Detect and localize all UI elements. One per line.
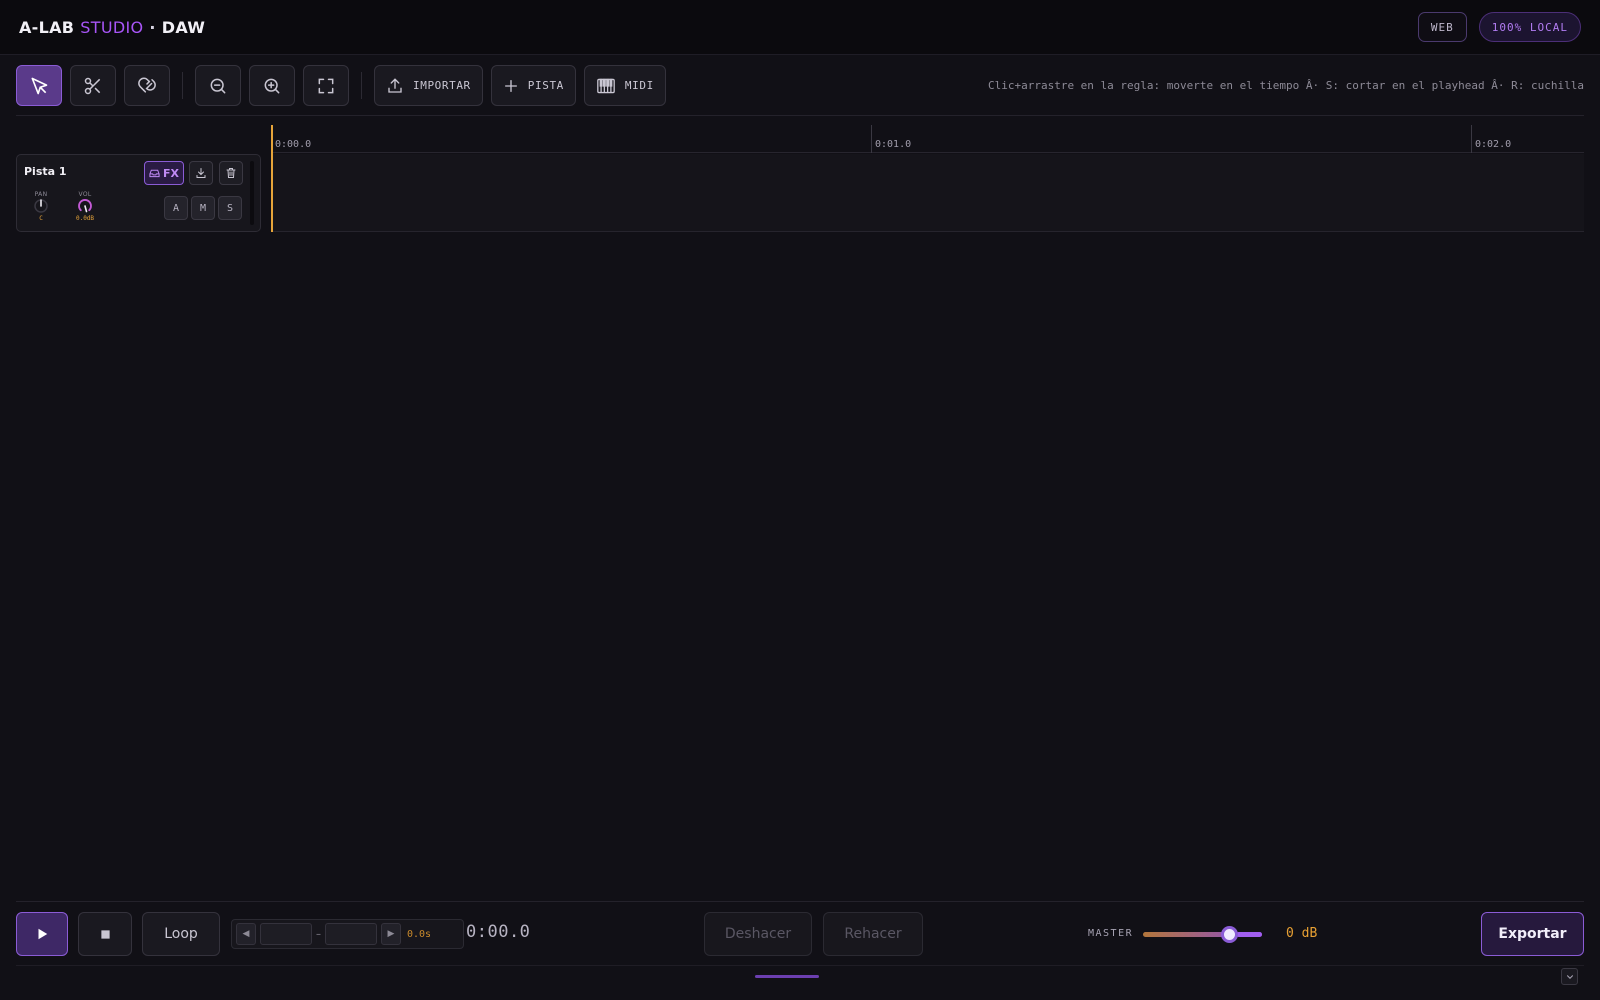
piano-keys-icon (597, 78, 615, 93)
mute-button[interactable]: M (191, 196, 215, 220)
range-length: 0.0s (407, 928, 432, 940)
add-track-button[interactable]: PISTA (490, 65, 576, 106)
zoom-out-icon (210, 78, 226, 93)
download-icon (196, 168, 206, 178)
zoom-fit-button[interactable] (303, 65, 349, 106)
ruler-tick: 0:02.0 (1471, 125, 1511, 153)
cursor-arrow-icon (31, 77, 48, 94)
status-separator (16, 965, 1584, 966)
top-bar: A-LAB STUDIO · DAW WEB 100% LOCAL (0, 0, 1600, 55)
transport-separator (16, 901, 1584, 902)
loop-button[interactable]: Loop (142, 912, 220, 956)
solo-button[interactable]: S (218, 196, 242, 220)
brand-main: A-LAB (19, 17, 75, 37)
import-label: IMPORTAR (413, 79, 471, 92)
fx-chain-icon (149, 169, 160, 178)
undo-button[interactable]: Deshacer (704, 912, 812, 956)
track-meter (250, 161, 254, 225)
transport-bar: Loop ◀ – ▶ 0.0s 0:00.0 Deshacer Rehacer … (16, 912, 1584, 956)
range-next-button[interactable]: ▶ (381, 923, 401, 945)
track-name[interactable]: Pista 1 (24, 165, 67, 178)
cut-tool-button[interactable] (70, 65, 116, 106)
pan-knob[interactable] (33, 198, 49, 214)
toolbar: IMPORTAR PISTA MIDI Clic+arrastre en la … (16, 65, 1584, 106)
track-delete-button[interactable] (219, 161, 243, 185)
arm-button[interactable]: A (164, 196, 188, 220)
toolbar-divider (361, 72, 362, 99)
volume-knob-group: VOL 0.0dB (73, 191, 97, 222)
web-badge: WEB (1417, 12, 1467, 42)
app-title: A-LAB STUDIO · DAW (19, 18, 205, 37)
toolbar-separator (16, 115, 1584, 116)
collapse-button[interactable] (1561, 968, 1578, 985)
zoom-out-button[interactable] (195, 65, 241, 106)
pan-value: C (39, 215, 43, 222)
volume-value: 0.0dB (75, 215, 95, 222)
loop-range: ◀ – ▶ 0.0s (231, 919, 464, 949)
track-lane[interactable] (271, 154, 1584, 232)
add-track-label: PISTA (527, 79, 564, 92)
volume-label: VOL (78, 191, 92, 198)
toolbar-divider (182, 72, 183, 99)
pan-label: PAN (34, 191, 48, 198)
fit-to-screen-icon (318, 78, 334, 93)
chevron-down-icon (1566, 974, 1573, 979)
play-icon (38, 928, 48, 940)
stop-button[interactable] (78, 912, 132, 956)
midi-label: MIDI (624, 79, 654, 92)
brand-separator: · (149, 17, 156, 37)
scissors-icon (84, 77, 101, 94)
select-tool-button[interactable] (16, 65, 62, 106)
track-header: Pista 1 FX PAN C VOL 0.0dB A M S (16, 154, 261, 232)
fx-button[interactable]: FX (144, 161, 184, 185)
volume-knob[interactable] (77, 198, 93, 214)
panel-resize-handle[interactable] (755, 975, 819, 978)
ruler-tick: 0:01.0 (871, 125, 911, 153)
track-download-button[interactable] (189, 161, 213, 185)
play-button[interactable] (16, 912, 68, 956)
snap-tool-button[interactable] (124, 65, 170, 106)
timeline-ruler[interactable]: 0:00.0 0:01.0 0:02.0 (271, 125, 1584, 153)
local-badge: 100% LOCAL (1478, 12, 1581, 42)
brand-suffix: DAW (161, 17, 206, 37)
zoom-in-icon (264, 78, 280, 93)
master-label: MASTER (1088, 928, 1134, 939)
export-button[interactable]: Exportar (1481, 912, 1584, 956)
plus-icon (504, 79, 517, 92)
magnet-icon (138, 77, 156, 93)
redo-button[interactable]: Rehacer (823, 912, 923, 956)
stop-icon (100, 929, 110, 939)
master-slider-rest (1237, 932, 1262, 937)
upload-icon (388, 77, 402, 93)
range-prev-button[interactable]: ◀ (236, 923, 256, 945)
master-slider-thumb[interactable] (1221, 926, 1238, 943)
loop-end-input[interactable] (325, 923, 377, 945)
pan-knob-group: PAN C (29, 191, 53, 222)
playhead[interactable] (271, 125, 273, 232)
zoom-in-button[interactable] (249, 65, 295, 106)
loop-start-input[interactable] (260, 923, 312, 945)
brand-accent: STUDIO (80, 17, 144, 37)
trash-icon (226, 168, 236, 178)
time-display: 0:00.0 (466, 922, 531, 942)
shortcut-hint: Clic+arrastre en la regla: moverte en el… (987, 79, 1584, 92)
ruler-tick: 0:00.0 (271, 125, 311, 153)
range-dash: – (316, 928, 321, 940)
midi-button[interactable]: MIDI (583, 65, 666, 106)
master-db-value: 0 dB (1286, 926, 1318, 941)
import-button[interactable]: IMPORTAR (374, 65, 483, 106)
fx-label: FX (163, 166, 179, 180)
